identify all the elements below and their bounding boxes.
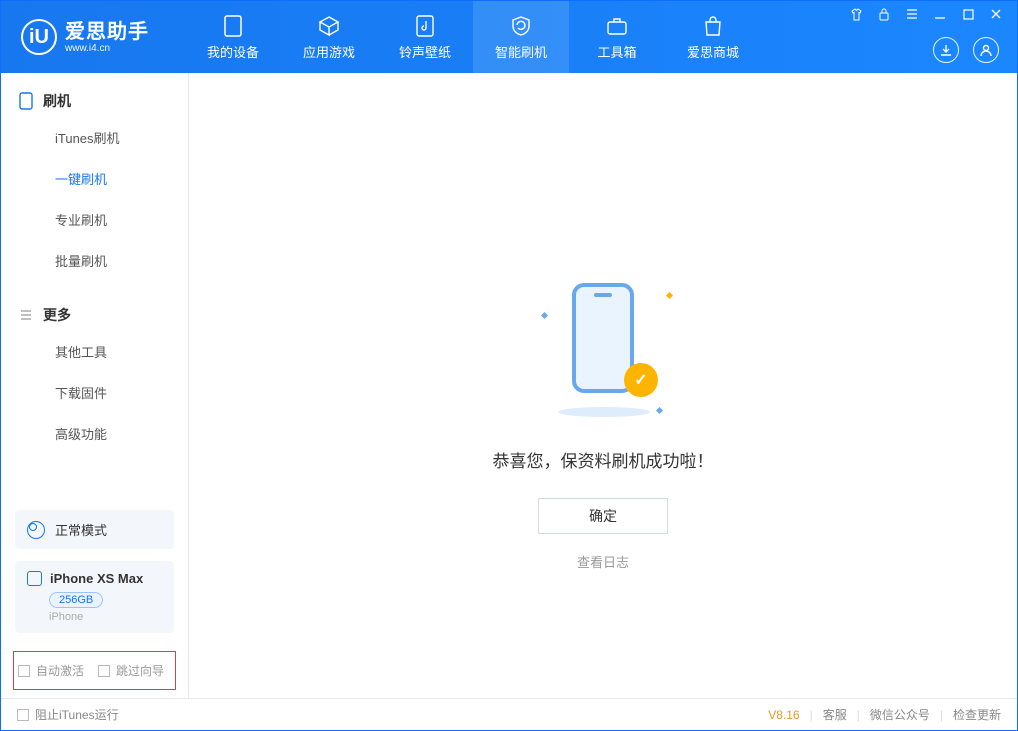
device-small-icon (27, 571, 42, 586)
footer: 阻止iTunes运行 V8.16 | 客服 | 微信公众号 | 检查更新 (1, 698, 1017, 730)
sidebar-item-other-tools[interactable]: 其他工具 (1, 331, 188, 372)
success-message: 恭喜您，保资料刷机成功啦！ (493, 447, 714, 472)
sidebar-group-title: 刷机 (43, 91, 71, 111)
app-title: 爱思助手 (65, 21, 149, 43)
bag-icon (703, 14, 723, 38)
sidebar-group-flash: 刷机 (1, 73, 188, 117)
music-file-icon (416, 14, 434, 38)
checkbox-icon (18, 665, 30, 677)
device-info[interactable]: iPhone XS Max 256GB iPhone (15, 561, 174, 633)
sidebar-item-itunes-flash[interactable]: iTunes刷机 (1, 117, 188, 158)
sidebar-group-more: 更多 (1, 281, 188, 331)
nav-apps-games[interactable]: 应用游戏 (281, 1, 377, 73)
version-label: V8.16 (768, 708, 799, 722)
check-icon: ✓ (624, 363, 658, 397)
device-mode[interactable]: 正常模式 (15, 510, 174, 549)
checkbox-auto-activate[interactable]: 自动激活 (18, 662, 84, 679)
sidebar-item-batch-flash[interactable]: 批量刷机 (1, 240, 188, 281)
cube-icon (318, 14, 340, 38)
ok-button[interactable]: 确定 (538, 498, 668, 534)
logo[interactable]: iU 爱思助手 www.i4.cn (1, 19, 165, 55)
app-window: iU 爱思助手 www.i4.cn 我的设备 应用游戏 铃声壁纸 智能刷机 (0, 0, 1018, 731)
nav-smart-flash[interactable]: 智能刷机 (473, 1, 569, 73)
lock-icon[interactable] (877, 7, 891, 21)
device-type: iPhone (49, 611, 162, 623)
nav-label: 应用游戏 (303, 42, 355, 61)
mode-label: 正常模式 (55, 520, 107, 539)
checkbox-label: 跳过向导 (116, 662, 164, 679)
window-controls (835, 1, 1017, 27)
view-log-link[interactable]: 查看日志 (577, 552, 629, 571)
sidebar-group-title: 更多 (43, 305, 71, 325)
minimize-icon[interactable] (933, 7, 947, 21)
sidebar-item-advanced[interactable]: 高级功能 (1, 413, 188, 454)
briefcase-icon (606, 14, 628, 38)
logo-icon: iU (21, 19, 57, 55)
top-nav: 我的设备 应用游戏 铃声壁纸 智能刷机 工具箱 爱思商城 (185, 1, 761, 73)
device-name: iPhone XS Max (50, 571, 143, 586)
device-icon (224, 14, 242, 38)
shirt-icon[interactable] (849, 7, 863, 21)
checkbox-label: 阻止iTunes运行 (35, 706, 119, 723)
footer-link-wechat[interactable]: 微信公众号 (870, 706, 930, 723)
nav-label: 爱思商城 (687, 42, 739, 61)
maximize-icon[interactable] (961, 7, 975, 21)
nav-label: 我的设备 (207, 42, 259, 61)
checkbox-icon (98, 665, 110, 677)
phone-icon (19, 92, 33, 110)
nav-my-device[interactable]: 我的设备 (185, 1, 281, 73)
sidebar-item-pro-flash[interactable]: 专业刷机 (1, 199, 188, 240)
main-panel: ✓ 恭喜您，保资料刷机成功啦！ 确定 查看日志 (189, 73, 1017, 698)
refresh-shield-icon (510, 14, 532, 38)
checkbox-block-itunes[interactable]: 阻止iTunes运行 (17, 706, 119, 723)
nav-store[interactable]: 爱思商城 (665, 1, 761, 73)
body: 刷机 iTunes刷机 一键刷机 专业刷机 批量刷机 更多 其他工具 下载固件 … (1, 73, 1017, 698)
nav-toolbox[interactable]: 工具箱 (569, 1, 665, 73)
nav-label: 智能刷机 (495, 42, 547, 61)
user-icon[interactable] (973, 37, 999, 63)
checkbox-icon (17, 709, 29, 721)
options-highlight: 自动激活 跳过向导 (13, 651, 176, 690)
footer-right: V8.16 | 客服 | 微信公众号 | 检查更新 (768, 706, 1001, 723)
checkbox-label: 自动激活 (36, 662, 84, 679)
menu-icon[interactable] (905, 7, 919, 21)
list-icon (19, 308, 33, 322)
sidebar-item-download-firmware[interactable]: 下载固件 (1, 372, 188, 413)
app-subtitle: www.i4.cn (65, 43, 149, 54)
close-icon[interactable] (989, 7, 1003, 21)
nav-label: 工具箱 (597, 42, 636, 61)
footer-link-support[interactable]: 客服 (823, 706, 847, 723)
checkbox-skip-guide[interactable]: 跳过向导 (98, 662, 164, 679)
download-icon[interactable] (933, 37, 959, 63)
nav-label: 铃声壁纸 (399, 42, 451, 61)
nav-ringtone-wallpaper[interactable]: 铃声壁纸 (377, 1, 473, 73)
success-illustration: ✓ (528, 273, 678, 423)
header-right (933, 37, 999, 63)
sidebar: 刷机 iTunes刷机 一键刷机 专业刷机 批量刷机 更多 其他工具 下载固件 … (1, 73, 189, 698)
mode-icon (27, 521, 45, 539)
sidebar-item-oneclick-flash[interactable]: 一键刷机 (1, 158, 188, 199)
footer-link-update[interactable]: 检查更新 (953, 706, 1001, 723)
device-capacity: 256GB (49, 592, 103, 608)
header: iU 爱思助手 www.i4.cn 我的设备 应用游戏 铃声壁纸 智能刷机 (1, 1, 1017, 73)
